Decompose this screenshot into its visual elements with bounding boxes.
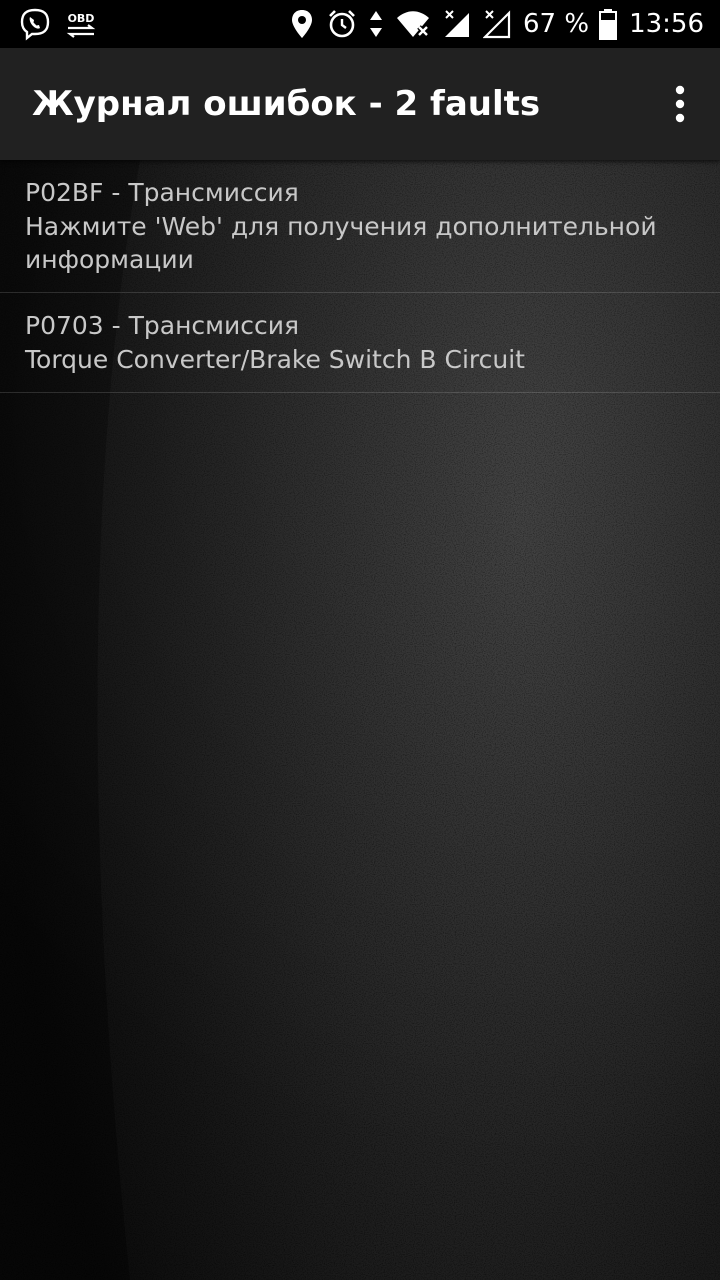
fault-description: Нажмите 'Web' для получения дополнительн…: [25, 212, 657, 274]
status-bar: OBD 67 % 13:56: [0, 0, 720, 48]
screen: OBD 67 % 13:56 Журнал ошибок - 2 faults …: [0, 0, 720, 1280]
status-bar-left: OBD: [18, 6, 110, 42]
location-icon: [289, 8, 315, 40]
fault-code: P0703 - Трансмиссия: [25, 311, 300, 340]
fault-item-p0703[interactable]: P0703 - Трансмиссия Torque Converter/Bra…: [0, 293, 720, 393]
fault-code: P02BF - Трансмиссия: [25, 178, 299, 207]
app-bar: Журнал ошибок - 2 faults: [0, 48, 720, 160]
obd-icon-label: OBD: [68, 12, 95, 25]
data-arrows-icon: [369, 9, 383, 39]
status-bar-right: 67 % 13:56: [289, 6, 704, 42]
battery-icon: [599, 8, 618, 40]
signal-sim1-icon: [443, 9, 471, 39]
overflow-menu-button[interactable]: [660, 84, 700, 124]
more-vert-icon: [675, 85, 685, 123]
status-clock: 13:56: [629, 9, 704, 39]
page-title: Журнал ошибок - 2 faults: [32, 84, 541, 124]
fault-item-p02bf[interactable]: P02BF - Трансмиссия Нажмите 'Web' для по…: [0, 160, 720, 293]
wifi-icon: [395, 9, 431, 39]
fault-description: Torque Converter/Brake Switch B Circuit: [25, 345, 525, 374]
signal-sim2-icon: [483, 9, 511, 39]
battery-percent: 67 %: [523, 9, 590, 39]
alarm-icon: [327, 9, 357, 39]
obd-icon: OBD: [64, 7, 98, 41]
fault-list: P02BF - Трансмиссия Нажмите 'Web' для по…: [0, 160, 720, 393]
viber-icon: [18, 7, 52, 41]
